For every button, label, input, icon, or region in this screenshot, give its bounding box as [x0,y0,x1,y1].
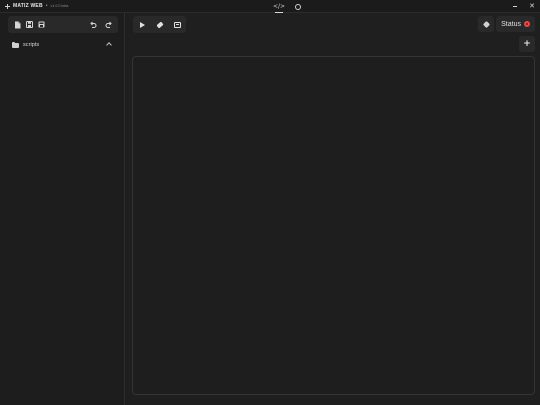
editor-panel[interactable] [132,56,535,395]
clear-button[interactable] [151,16,168,33]
undo-icon [89,21,96,28]
plus-icon: + [523,38,531,49]
redo-button[interactable] [104,20,113,29]
eraser-icon [155,21,164,28]
status-button[interactable]: Status [496,16,535,32]
folder-icon [12,41,19,48]
minimize-icon [513,6,517,7]
tree-folder-label: scripts [23,42,40,48]
tree-folder-scripts[interactable]: scripts [8,38,118,52]
minimize-button[interactable] [510,1,520,13]
title-bar: MATIZ WEB • v1.0.0 beta </> ✕ [0,0,540,13]
console-icon [174,21,181,28]
status-label: Status [501,20,521,28]
code-icon: </> [272,3,286,10]
run-button[interactable] [133,16,150,33]
tab-settings[interactable] [292,0,304,13]
status-indicator-icon [524,21,530,27]
console-button[interactable] [169,16,186,33]
save-button[interactable] [25,20,34,29]
file-toolbar [8,16,118,33]
gear-icon [295,3,301,10]
main-area: Status + [126,13,540,405]
tab-editor[interactable]: </> [273,0,285,13]
app-logo-icon [5,3,10,9]
save-icon [26,21,33,28]
undo-button[interactable] [88,20,97,29]
save-all-icon [38,21,45,28]
app-version: v1.0.0 beta [50,4,69,8]
chevron-up-icon[interactable] [106,42,112,48]
pin-icon [482,20,490,28]
close-icon: ✕ [529,2,535,10]
redo-icon [105,21,112,28]
close-button[interactable]: ✕ [527,1,537,13]
play-icon [139,21,145,28]
add-button[interactable]: + [519,36,535,52]
title-separator: • [45,3,48,9]
sidebar: scripts [0,13,125,405]
run-toolbar [133,16,186,33]
save-all-button[interactable] [37,20,46,29]
app-title: MATIZ WEB [13,3,43,9]
new-file-button[interactable] [13,20,22,29]
pin-button[interactable] [478,16,495,32]
new-file-icon [15,21,21,28]
